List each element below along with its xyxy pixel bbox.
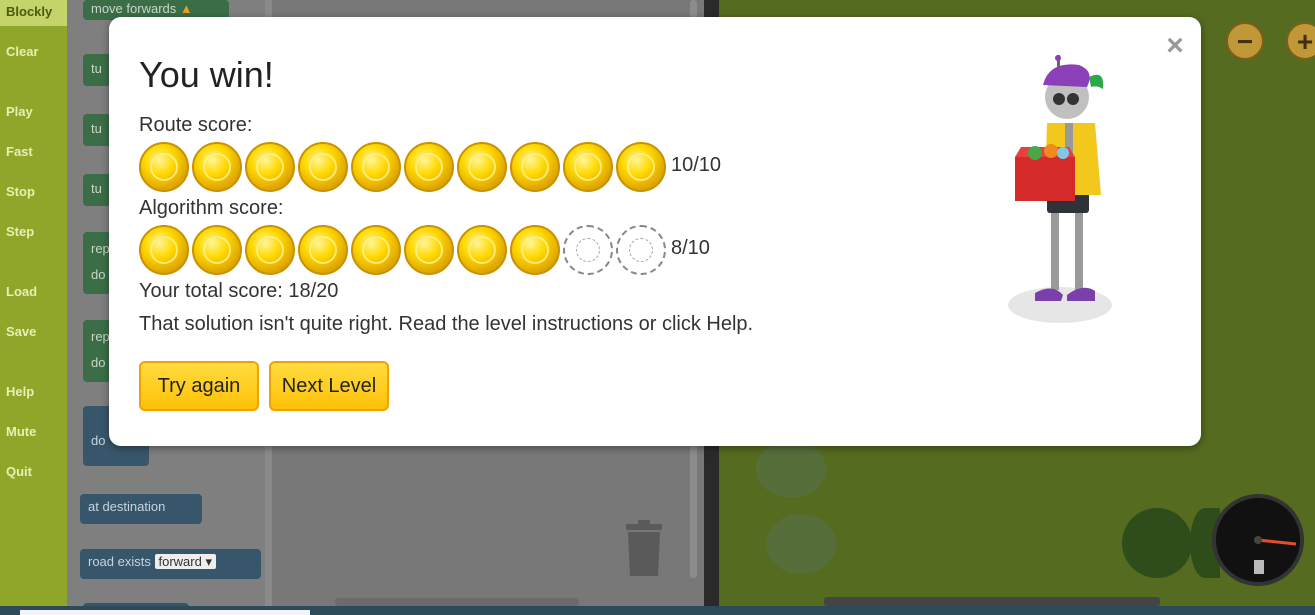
try-again-button[interactable]: Try again: [139, 361, 259, 411]
close-icon[interactable]: ×: [1162, 31, 1188, 61]
dropdown-value: forward: [158, 554, 202, 569]
menu-quit[interactable]: Quit: [6, 464, 32, 479]
side-menu: Blockly Clear Play Fast Stop Step Load S…: [0, 0, 67, 615]
map-scrollbar[interactable]: [824, 597, 1160, 606]
block-label: tu: [91, 181, 102, 196]
gold-coin-icon: [192, 225, 242, 275]
block-label: do: [91, 433, 106, 448]
fuel-gauge-icon: [1254, 536, 1297, 574]
gold-coin-icon: [404, 225, 454, 275]
menu-blockly[interactable]: Blockly: [6, 4, 52, 19]
gold-coin-icon: [351, 225, 401, 275]
menu-load[interactable]: Load: [6, 284, 37, 299]
gold-coin-icon: [510, 142, 560, 192]
workspace-scrollbar-horizontal[interactable]: [335, 598, 579, 606]
trash-icon[interactable]: [624, 520, 664, 576]
block-label: rep: [91, 329, 110, 344]
tree-icon: [1122, 508, 1192, 578]
block-label: do: [91, 267, 106, 282]
direction-dropdown[interactable]: forward ▾: [154, 554, 216, 569]
gold-coin-icon: [457, 142, 507, 192]
gold-coin-icon: [457, 225, 507, 275]
minus-icon: −: [1236, 26, 1254, 57]
menu-step[interactable]: Step: [6, 224, 34, 239]
gold-coin-icon: [298, 225, 348, 275]
block-label: do: [91, 355, 106, 370]
gold-coin-icon: [510, 225, 560, 275]
bush-icon: [766, 514, 836, 574]
result-message: That solution isn't quite right. Read th…: [139, 313, 754, 335]
bottom-bar: [0, 606, 1315, 615]
total-score: Your total score: 18/20: [139, 280, 339, 302]
plus-icon: +: [1296, 26, 1314, 57]
gold-coin-icon: [351, 142, 401, 192]
block-at-destination[interactable]: at destination: [80, 494, 202, 524]
menu-fast[interactable]: Fast: [6, 144, 33, 159]
block-label: rep: [91, 241, 110, 256]
menu-help[interactable]: Help: [6, 384, 34, 399]
empty-coin-icon: [616, 225, 666, 275]
gold-coin-icon: [404, 142, 454, 192]
zoom-out-button[interactable]: −: [1226, 22, 1264, 60]
menu-save[interactable]: Save: [6, 324, 36, 339]
algorithm-score-label: Algorithm score:: [139, 197, 284, 219]
block-label: tu: [91, 61, 102, 76]
empty-coin-icon: [563, 225, 613, 275]
menu-stop[interactable]: Stop: [6, 184, 35, 199]
block-label: move forwards: [91, 1, 177, 16]
gold-coin-icon: [616, 142, 666, 192]
gold-coin-icon: [563, 142, 613, 192]
bottom-bar-highlight: [20, 610, 310, 615]
algorithm-score-value: 8/10: [671, 237, 710, 259]
gold-coin-icon: [245, 142, 295, 192]
gold-coin-icon: [139, 225, 189, 275]
bush-icon: [756, 440, 826, 498]
menu-clear[interactable]: Clear: [6, 44, 39, 59]
arrow-up-icon: ▲: [179, 1, 193, 16]
block-label: at destination: [88, 499, 166, 514]
gold-coin-icon: [139, 142, 189, 192]
block-label: road exists: [88, 554, 151, 569]
block-label: tu: [91, 121, 102, 136]
robot-character-icon: [1008, 55, 1112, 323]
gold-coin-icon: [298, 142, 348, 192]
dialog-title: You win!: [139, 54, 274, 95]
menu-play[interactable]: Play: [6, 104, 33, 119]
fuel-gauge: [1212, 494, 1304, 586]
menu-mute[interactable]: Mute: [6, 424, 36, 439]
next-level-button[interactable]: Next Level: [269, 361, 389, 411]
route-score-label: Route score:: [139, 114, 253, 136]
route-score-value: 10/10: [671, 154, 722, 176]
gold-coin-icon: [245, 225, 295, 275]
gold-coin-icon: [192, 142, 242, 192]
block-road-exists[interactable]: road exists forward ▾: [80, 549, 261, 579]
